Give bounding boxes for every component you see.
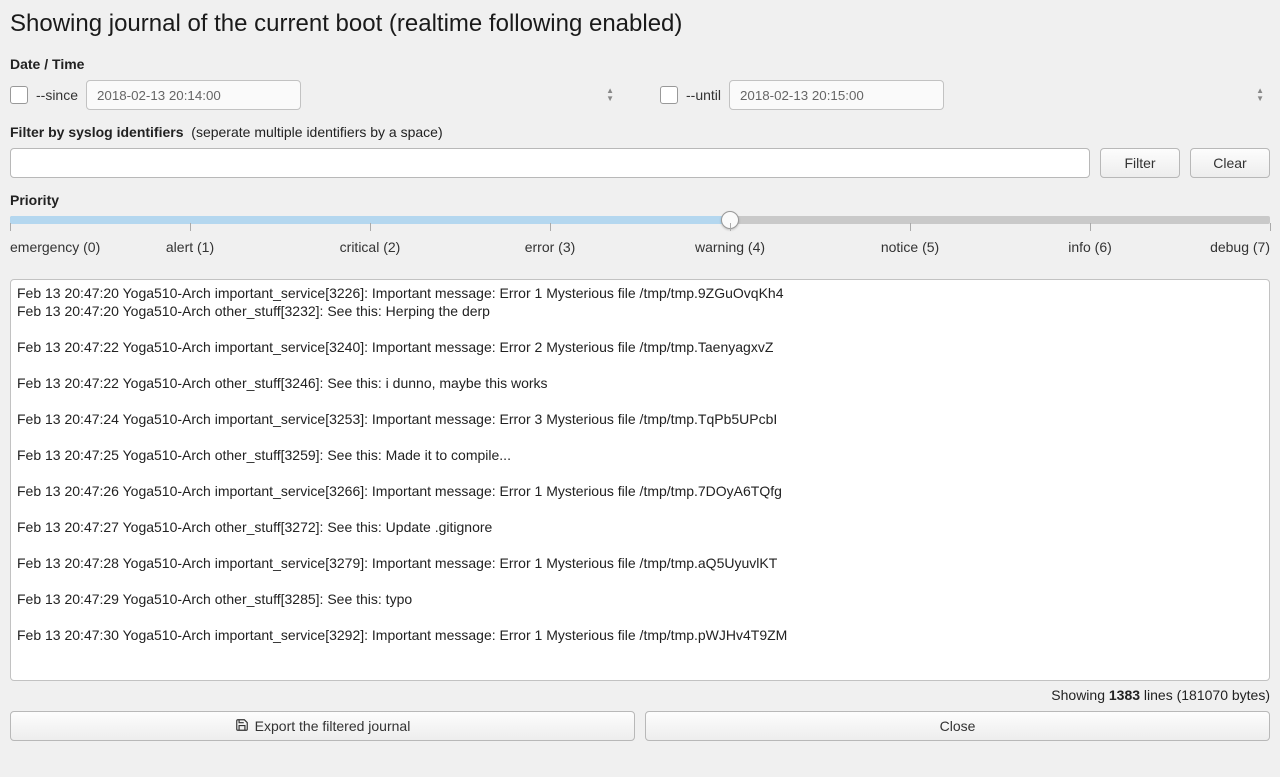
- until-checkbox[interactable]: [660, 86, 678, 104]
- status-line: Showing 1383 lines (181070 bytes): [10, 687, 1270, 703]
- log-line: Feb 13 20:47:22 Yoga510-Arch important_s…: [17, 338, 1263, 356]
- priority-tick: [910, 223, 911, 231]
- filter-row: Filter Clear: [10, 148, 1270, 178]
- log-line: Feb 13 20:47:26 Yoga510-Arch important_s…: [17, 482, 1263, 500]
- priority-tick: [550, 223, 551, 231]
- until-group: --until ▲▼: [660, 80, 1270, 110]
- log-line: [17, 320, 1263, 338]
- status-prefix: Showing: [1051, 687, 1109, 703]
- priority-level-label: alert (1): [166, 239, 214, 255]
- log-line: Feb 13 20:47:25 Yoga510-Arch other_stuff…: [17, 446, 1263, 464]
- priority-tick: [1270, 223, 1271, 231]
- spinner-icon: ▲▼: [606, 87, 614, 103]
- log-line: [17, 572, 1263, 590]
- log-line: [17, 464, 1263, 482]
- priority-level-label: warning (4): [695, 239, 765, 255]
- log-line: Feb 13 20:47:20 Yoga510-Arch other_stuff…: [17, 302, 1263, 320]
- log-pane[interactable]: Feb 13 20:47:20 Yoga510-Arch important_s…: [10, 279, 1270, 681]
- since-input[interactable]: [86, 80, 301, 110]
- bottom-button-row: Export the filtered journal Close: [10, 711, 1270, 741]
- priority-level-label: debug (7): [1210, 239, 1270, 255]
- priority-slider-labels: emergency (0) alert (1) critical (2) error …: [10, 239, 1270, 261]
- log-line: [17, 392, 1263, 410]
- priority-label: Priority: [10, 192, 1270, 208]
- status-suffix: lines (181070 bytes): [1140, 687, 1270, 703]
- export-button[interactable]: Export the filtered journal: [10, 711, 635, 741]
- close-button[interactable]: Close: [645, 711, 1270, 741]
- since-group: --since ▲▼: [10, 80, 620, 110]
- filter-label-hint: (seperate multiple identifiers by a spac…: [191, 124, 442, 140]
- save-icon: [235, 718, 249, 735]
- since-checkbox[interactable]: [10, 86, 28, 104]
- page-title: Showing journal of the current boot (rea…: [10, 10, 1270, 38]
- priority-level-label: error (3): [525, 239, 576, 255]
- log-line: Feb 13 20:47:20 Yoga510-Arch important_s…: [17, 284, 1263, 302]
- log-line: Feb 13 20:47:24 Yoga510-Arch important_s…: [17, 410, 1263, 428]
- priority-level-label: notice (5): [881, 239, 939, 255]
- log-line: Feb 13 20:47:22 Yoga510-Arch other_stuff…: [17, 374, 1263, 392]
- priority-tick: [10, 223, 11, 231]
- priority-section: Priority emergency (0) alert (1) critical …: [10, 192, 1270, 261]
- filter-section-label: Filter by syslog identifiers (seperate m…: [10, 124, 1270, 140]
- status-count: 1383: [1109, 687, 1140, 703]
- log-line: [17, 536, 1263, 554]
- log-line: Feb 13 20:47:30 Yoga510-Arch important_s…: [17, 626, 1263, 644]
- priority-level-label: emergency (0): [10, 239, 100, 255]
- clear-button[interactable]: Clear: [1190, 148, 1270, 178]
- log-line: [17, 500, 1263, 518]
- priority-tick: [730, 223, 731, 231]
- priority-level-label: critical (2): [340, 239, 401, 255]
- export-button-label: Export the filtered journal: [255, 718, 411, 734]
- datetime-section-label: Date / Time: [10, 56, 1270, 72]
- priority-tick: [370, 223, 371, 231]
- filter-button[interactable]: Filter: [1100, 148, 1180, 178]
- filter-label-main: Filter by syslog identifiers: [10, 124, 184, 140]
- filter-input[interactable]: [10, 148, 1090, 178]
- log-line: [17, 608, 1263, 626]
- priority-level-label: info (6): [1068, 239, 1112, 255]
- since-label: --since: [36, 87, 78, 103]
- log-line: Feb 13 20:47:29 Yoga510-Arch other_stuff…: [17, 590, 1263, 608]
- until-label: --until: [686, 87, 721, 103]
- spinner-icon: ▲▼: [1256, 87, 1264, 103]
- until-input[interactable]: [729, 80, 944, 110]
- log-line: [17, 356, 1263, 374]
- priority-slider-ticks: [10, 223, 1270, 233]
- log-line: Feb 13 20:47:27 Yoga510-Arch other_stuff…: [17, 518, 1263, 536]
- priority-tick: [190, 223, 191, 231]
- priority-tick: [1090, 223, 1091, 231]
- datetime-row: --since ▲▼ --until ▲▼: [10, 80, 1270, 110]
- log-line: [17, 428, 1263, 446]
- log-line: Feb 13 20:47:28 Yoga510-Arch important_s…: [17, 554, 1263, 572]
